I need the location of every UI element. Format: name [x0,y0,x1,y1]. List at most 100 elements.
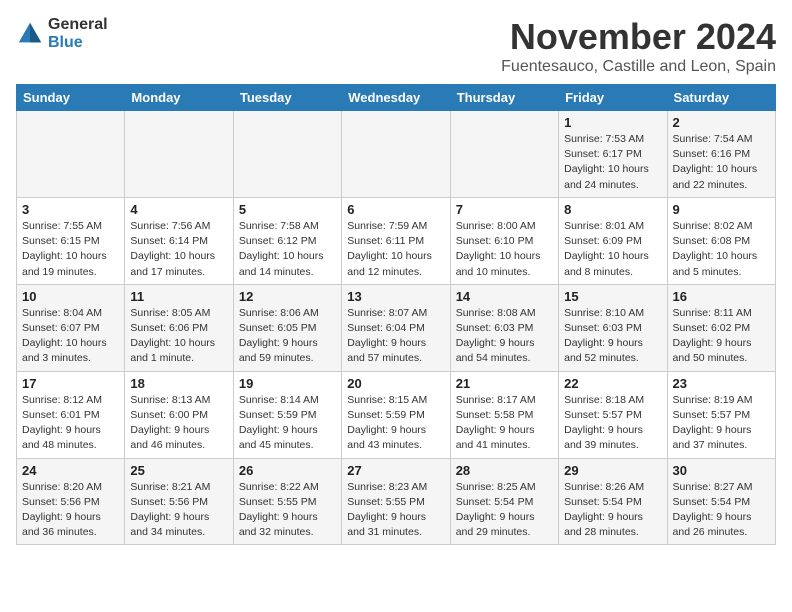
day-number: 3 [22,202,119,217]
calendar-cell: 15 Sunrise: 8:10 AMSunset: 6:03 PMDayligh… [559,284,667,371]
day-info: Sunrise: 8:21 AMSunset: 5:56 PMDaylight:… [130,480,227,541]
day-number: 12 [239,289,336,304]
day-number: 14 [456,289,553,304]
day-number: 4 [130,202,227,217]
week-row-5: 24 Sunrise: 8:20 AMSunset: 5:56 PMDayligh… [17,458,776,545]
day-number: 20 [347,376,444,391]
day-info: Sunrise: 7:59 AMSunset: 6:11 PMDaylight:… [347,219,444,280]
week-row-1: 1 Sunrise: 7:53 AMSunset: 6:17 PMDaylight… [17,111,776,198]
day-info: Sunrise: 8:19 AMSunset: 5:57 PMDaylight:… [673,393,770,454]
logo-blue-text: Blue [48,34,108,52]
calendar-cell: 3 Sunrise: 7:55 AMSunset: 6:15 PMDaylight… [17,197,125,284]
day-info: Sunrise: 8:12 AMSunset: 6:01 PMDaylight:… [22,393,119,454]
column-header-tuesday: Tuesday [233,85,341,111]
day-info: Sunrise: 7:55 AMSunset: 6:15 PMDaylight:… [22,219,119,280]
day-number: 30 [673,463,770,478]
day-info: Sunrise: 8:01 AMSunset: 6:09 PMDaylight:… [564,219,661,280]
day-number: 2 [673,115,770,130]
calendar-cell: 30Sunrise: 8:27 AMSunset: 5:54 PMDayligh… [667,458,775,545]
calendar-cell: 29 Sunrise: 8:26 AMSunset: 5:54 PMDayligh… [559,458,667,545]
day-number: 27 [347,463,444,478]
calendar-cell [450,111,558,198]
calendar-cell: 23Sunrise: 8:19 AMSunset: 5:57 PMDayligh… [667,371,775,458]
column-header-saturday: Saturday [667,85,775,111]
day-number: 15 [564,289,661,304]
day-info: Sunrise: 7:53 AMSunset: 6:17 PMDaylight:… [564,132,661,193]
day-info: Sunrise: 8:26 AMSunset: 5:54 PMDaylight:… [564,480,661,541]
calendar-cell: 25 Sunrise: 8:21 AMSunset: 5:56 PMDayligh… [125,458,233,545]
calendar-cell: 20 Sunrise: 8:15 AMSunset: 5:59 PMDayligh… [342,371,450,458]
column-header-friday: Friday [559,85,667,111]
day-info: Sunrise: 7:56 AMSunset: 6:14 PMDaylight:… [130,219,227,280]
day-info: Sunrise: 8:06 AMSunset: 6:05 PMDaylight:… [239,306,336,367]
day-info: Sunrise: 8:08 AMSunset: 6:03 PMDaylight:… [456,306,553,367]
day-info: Sunrise: 8:14 AMSunset: 5:59 PMDaylight:… [239,393,336,454]
column-header-sunday: Sunday [17,85,125,111]
day-number: 19 [239,376,336,391]
column-header-thursday: Thursday [450,85,558,111]
day-number: 13 [347,289,444,304]
day-number: 21 [456,376,553,391]
day-number: 25 [130,463,227,478]
day-number: 8 [564,202,661,217]
day-number: 17 [22,376,119,391]
day-number: 28 [456,463,553,478]
calendar-cell: 10Sunrise: 8:04 AMSunset: 6:07 PMDayligh… [17,284,125,371]
day-info: Sunrise: 8:20 AMSunset: 5:56 PMDaylight:… [22,480,119,541]
calendar-cell [342,111,450,198]
calendar-cell: 6 Sunrise: 7:59 AMSunset: 6:11 PMDaylight… [342,197,450,284]
column-header-monday: Monday [125,85,233,111]
day-number: 29 [564,463,661,478]
day-number: 18 [130,376,227,391]
week-row-4: 17 Sunrise: 8:12 AMSunset: 6:01 PMDayligh… [17,371,776,458]
day-info: Sunrise: 7:54 AMSunset: 6:16 PMDaylight:… [673,132,770,193]
calendar-cell: 26Sunrise: 8:22 AMSunset: 5:55 PMDayligh… [233,458,341,545]
calendar-cell: 17 Sunrise: 8:12 AMSunset: 6:01 PMDayligh… [17,371,125,458]
calendar-cell: 16Sunrise: 8:11 AMSunset: 6:02 PMDayligh… [667,284,775,371]
day-info: Sunrise: 8:23 AMSunset: 5:55 PMDaylight:… [347,480,444,541]
column-header-wednesday: Wednesday [342,85,450,111]
calendar-cell: 5Sunrise: 7:58 AMSunset: 6:12 PMDaylight… [233,197,341,284]
day-info: Sunrise: 8:04 AMSunset: 6:07 PMDaylight:… [22,306,119,367]
calendar-cell [233,111,341,198]
calendar-cell: 22Sunrise: 8:18 AMSunset: 5:57 PMDayligh… [559,371,667,458]
page-header: General Blue November 2024 Fuentesauco, … [16,16,776,76]
day-info: Sunrise: 7:58 AMSunset: 6:12 PMDaylight:… [239,219,336,280]
day-number: 9 [673,202,770,217]
logo-icon [16,20,44,48]
day-info: Sunrise: 8:05 AMSunset: 6:06 PMDaylight:… [130,306,227,367]
calendar-cell [125,111,233,198]
day-info: Sunrise: 8:07 AMSunset: 6:04 PMDaylight:… [347,306,444,367]
day-number: 24 [22,463,119,478]
day-info: Sunrise: 8:22 AMSunset: 5:55 PMDaylight:… [239,480,336,541]
calendar-cell: 18Sunrise: 8:13 AMSunset: 6:00 PMDayligh… [125,371,233,458]
calendar-cell: 2 Sunrise: 7:54 AMSunset: 6:16 PMDaylight… [667,111,775,198]
calendar-cell: 19 Sunrise: 8:14 AMSunset: 5:59 PMDayligh… [233,371,341,458]
calendar-cell: 13 Sunrise: 8:07 AMSunset: 6:04 PMDayligh… [342,284,450,371]
day-number: 6 [347,202,444,217]
calendar-cell: 1 Sunrise: 7:53 AMSunset: 6:17 PMDaylight… [559,111,667,198]
calendar-cell: 8 Sunrise: 8:01 AMSunset: 6:09 PMDaylight… [559,197,667,284]
calendar-cell: 4 Sunrise: 7:56 AMSunset: 6:14 PMDaylight… [125,197,233,284]
day-info: Sunrise: 8:15 AMSunset: 5:59 PMDaylight:… [347,393,444,454]
day-info: Sunrise: 8:00 AMSunset: 6:10 PMDaylight:… [456,219,553,280]
calendar-cell: 28 Sunrise: 8:25 AMSunset: 5:54 PMDayligh… [450,458,558,545]
week-row-3: 10Sunrise: 8:04 AMSunset: 6:07 PMDayligh… [17,284,776,371]
calendar-cell: 14 Sunrise: 8:08 AMSunset: 6:03 PMDayligh… [450,284,558,371]
day-number: 11 [130,289,227,304]
week-row-2: 3 Sunrise: 7:55 AMSunset: 6:15 PMDaylight… [17,197,776,284]
day-info: Sunrise: 8:10 AMSunset: 6:03 PMDaylight:… [564,306,661,367]
day-number: 7 [456,202,553,217]
calendar-cell: 12 Sunrise: 8:06 AMSunset: 6:05 PMDayligh… [233,284,341,371]
calendar-cell: 21Sunrise: 8:17 AMSunset: 5:58 PMDayligh… [450,371,558,458]
title-block: November 2024 Fuentesauco, Castille and … [501,16,776,76]
logo: General Blue [16,16,108,51]
day-number: 1 [564,115,661,130]
calendar-cell: 7 Sunrise: 8:00 AMSunset: 6:10 PMDaylight… [450,197,558,284]
location-text: Fuentesauco, Castille and Leon, Spain [501,58,776,76]
day-info: Sunrise: 8:02 AMSunset: 6:08 PMDaylight:… [673,219,770,280]
month-title: November 2024 [501,16,776,58]
calendar-cell: 27 Sunrise: 8:23 AMSunset: 5:55 PMDayligh… [342,458,450,545]
day-info: Sunrise: 8:25 AMSunset: 5:54 PMDaylight:… [456,480,553,541]
logo-general-text: General [48,16,108,34]
